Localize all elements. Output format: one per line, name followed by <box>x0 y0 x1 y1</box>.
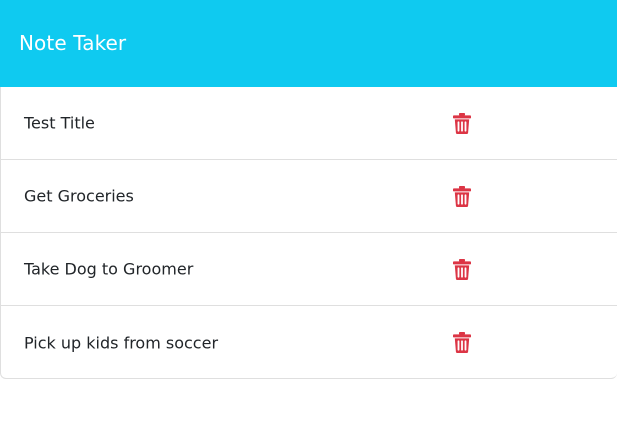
navbar: Note Taker <box>0 0 617 87</box>
delete-note-button[interactable] <box>452 332 472 354</box>
note-list-item[interactable]: Test Title <box>1 87 617 160</box>
trash-icon <box>453 258 471 280</box>
note-list-item[interactable]: Pick up kids from soccer <box>1 306 617 378</box>
note-title[interactable]: Take Dog to Groomer <box>24 260 193 279</box>
note-title[interactable]: Get Groceries <box>24 187 134 206</box>
delete-note-button[interactable] <box>452 258 472 280</box>
note-list-item[interactable]: Take Dog to Groomer <box>1 233 617 306</box>
note-list-item[interactable]: Get Groceries <box>1 160 617 233</box>
app-title[interactable]: Note Taker <box>19 31 126 55</box>
note-title[interactable]: Pick up kids from soccer <box>24 333 218 352</box>
trash-icon <box>453 332 471 353</box>
note-list: Test Title Get Groceries Take Dog to Gro… <box>0 87 617 379</box>
delete-note-button[interactable] <box>452 112 472 134</box>
delete-note-button[interactable] <box>452 185 472 207</box>
trash-icon <box>453 112 471 134</box>
trash-icon <box>453 185 471 207</box>
note-title[interactable]: Test Title <box>24 114 95 133</box>
